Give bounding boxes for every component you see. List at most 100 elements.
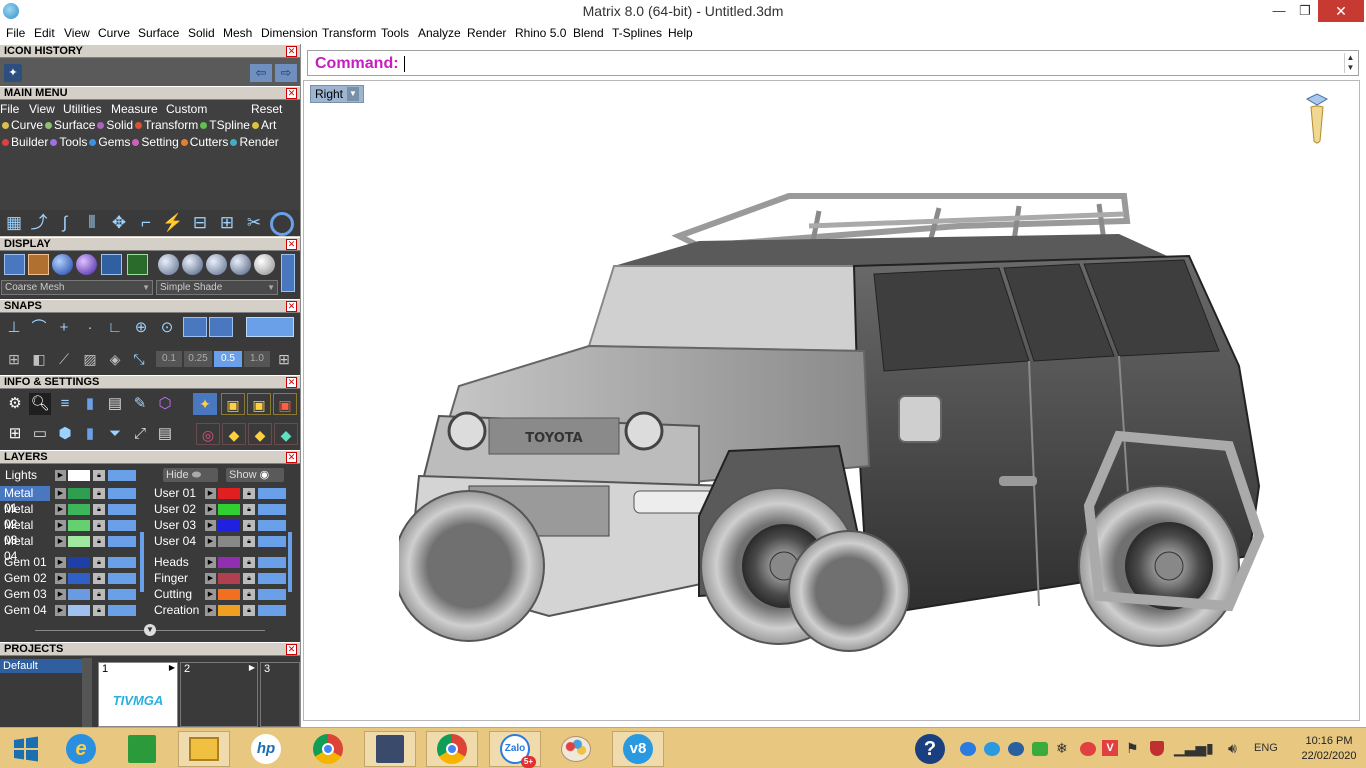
history-icon[interactable]: ✦ [4, 64, 22, 82]
blocks-icon[interactable]: ▦ [3, 212, 25, 234]
layer-row[interactable]: Heads ▶ 🔒︎ [150, 555, 290, 570]
vivaldi-icon[interactable]: V [1102, 740, 1118, 756]
layer-name[interactable]: Gem 01 [0, 555, 50, 570]
lock-icon[interactable]: 🔒︎ [93, 504, 105, 515]
layer-row[interactable]: Creation ▶ 🔒︎ [150, 603, 290, 618]
menu-tsplines[interactable]: T-Splines [612, 26, 662, 40]
shaded-sphere-icon[interactable] [52, 254, 73, 275]
snap-near-icon[interactable]: ⌒ [28, 317, 50, 339]
viewports-icon[interactable]: ⊞ [4, 423, 26, 445]
hatch-icon[interactable]: ▨ [79, 348, 101, 370]
filter-icon[interactable]: ⏷ [104, 423, 126, 445]
project-slot-3[interactable]: 3 [260, 662, 300, 727]
layer-color-swatch[interactable] [218, 573, 240, 584]
layer-row[interactable]: Metal 03 ▶ 🔒︎ [0, 518, 140, 547]
start-button[interactable] [0, 731, 52, 767]
play-icon[interactable]: ▶ [205, 589, 216, 600]
layer-name[interactable]: Cutting [150, 587, 200, 602]
layer-name[interactable]: User 01 [150, 486, 200, 501]
close-icon[interactable]: ✕ [286, 46, 297, 57]
list-icon[interactable]: ▤ [154, 423, 176, 445]
cut-icon[interactable]: ✂ [243, 212, 265, 234]
lock-icon[interactable]: 🔒︎ [243, 520, 255, 531]
language-indicator[interactable]: ENG [1254, 742, 1278, 754]
play-icon[interactable]: ▶ [55, 520, 66, 531]
layer-visibility-toggle[interactable] [108, 557, 136, 568]
menu-analyze[interactable]: Analyze [418, 26, 461, 40]
env-icon[interactable] [101, 254, 122, 275]
main-menu-item-4[interactable]: Cutters [180, 135, 228, 149]
cube-icon[interactable]: ◧ [28, 348, 50, 370]
lock-icon[interactable]: 🔒︎ [243, 488, 255, 499]
play-icon[interactable]: ▶ [55, 536, 66, 547]
lock-icon[interactable]: 🔒︎ [93, 589, 105, 600]
clock[interactable]: 10:16 PM 22/02/2020 [1296, 734, 1362, 764]
play-icon[interactable]: ▶ [205, 573, 216, 584]
play-icon[interactable]: ▶ [205, 504, 216, 515]
lock-icon[interactable]: 🔒︎ [243, 536, 255, 547]
snap-value-3[interactable]: 1.0 [244, 351, 270, 367]
lock-icon[interactable]: 🔒︎ [243, 557, 255, 568]
main-menu-item-3[interactable]: Setting [132, 135, 179, 149]
layer-visibility-toggle[interactable] [258, 605, 286, 616]
layer-visibility-toggle[interactable] [258, 504, 286, 515]
internet-explorer-icon[interactable]: e [55, 731, 107, 767]
mesh-select[interactable]: Coarse Mesh ▼ [1, 280, 153, 295]
lock-icon[interactable]: 🔒︎ [93, 573, 105, 584]
ghosted-icon[interactable] [28, 254, 49, 275]
material-icon[interactable]: ⬡ [154, 393, 176, 415]
lock-icon[interactable]: 🔒︎ [243, 504, 255, 515]
layer-color-swatch[interactable] [68, 520, 90, 531]
layer-color-swatch[interactable] [218, 557, 240, 568]
layer-visibility-toggle[interactable] [258, 536, 286, 547]
close-icon[interactable]: ✕ [286, 452, 297, 463]
main-menu-item-5[interactable]: Art [251, 118, 276, 132]
group-icon[interactable]: ⊟ [189, 212, 211, 234]
hp-icon[interactable]: hp [240, 731, 292, 767]
frame-icon[interactable]: ▣ [221, 393, 245, 415]
command-history-spinner[interactable]: ▲ ▼ [1344, 53, 1356, 73]
paint-icon[interactable] [550, 731, 602, 767]
menu-transform[interactable]: Transform [322, 26, 376, 40]
grid-settings-icon[interactable]: ⊞ [274, 349, 294, 369]
main-menu-item-3[interactable]: Transform [135, 118, 198, 132]
main-menu-item-0[interactable]: Builder [2, 135, 48, 149]
layer-color-swatch[interactable] [68, 589, 90, 600]
snap-toggle-2[interactable] [209, 317, 233, 337]
layer-row[interactable]: User 03 ▶ 🔒︎ [150, 518, 290, 533]
material-sphere-2-icon[interactable] [182, 254, 203, 275]
layer-color-swatch[interactable] [218, 520, 240, 531]
menu-help[interactable]: Help [668, 26, 693, 40]
vbox-tray-icon[interactable] [984, 742, 1000, 756]
right-scrollbar[interactable] [288, 532, 292, 592]
layer-color-swatch[interactable] [68, 605, 90, 616]
antivirus-icon[interactable] [1150, 741, 1164, 756]
object-icon[interactable]: ▮ [79, 393, 101, 415]
layer-color-swatch[interactable] [218, 488, 240, 499]
layer-name[interactable]: Metal 01 [0, 486, 50, 515]
layer-visibility-toggle[interactable] [108, 589, 136, 600]
layer-visibility-toggle[interactable] [108, 488, 136, 499]
layer-visibility-toggle[interactable] [108, 504, 136, 515]
close-button[interactable]: ✕ [1318, 0, 1364, 22]
vbox-icon[interactable]: v8 [612, 731, 664, 767]
history-back-icon[interactable]: ⇦ [250, 64, 272, 82]
beats-icon[interactable] [1080, 742, 1096, 756]
lock-icon[interactable]: 🔒︎ [93, 557, 105, 568]
layer-row[interactable]: Metal 01 ▶ 🔒︎ [0, 486, 140, 515]
play-icon[interactable]: ▶ [55, 605, 66, 616]
menu-edit[interactable]: Edit [34, 26, 55, 40]
document-icon[interactable]: ▤ [104, 393, 126, 415]
main-menu-item-1[interactable]: Surface [45, 118, 95, 132]
layer-row[interactable]: Metal 04 ▶ 🔒︎ [0, 534, 140, 563]
snap-value-0[interactable]: 0.1 [156, 351, 182, 367]
play-icon[interactable]: ▶ [55, 488, 66, 499]
lights-visibility[interactable] [108, 470, 136, 481]
gem2-icon[interactable]: ◆ [248, 423, 272, 445]
menu-tools[interactable]: Tools [381, 26, 409, 40]
layer-color-swatch[interactable] [68, 488, 90, 499]
app-window-icon[interactable] [364, 731, 416, 767]
gem3-icon[interactable]: ◆ [274, 423, 298, 445]
close-icon[interactable]: ✕ [286, 239, 297, 250]
play-icon[interactable]: ▶ [205, 557, 216, 568]
